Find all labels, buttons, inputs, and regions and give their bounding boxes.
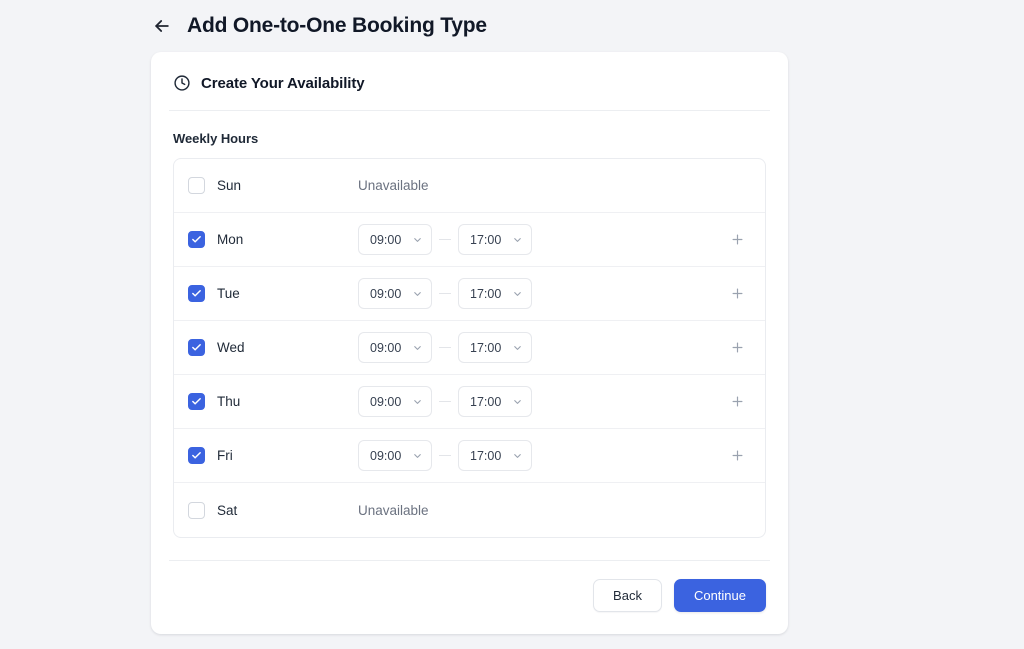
time-range-dash	[439, 401, 451, 402]
day-row: Sat Unavailable	[174, 483, 765, 537]
start-time-value: 09:00	[370, 341, 401, 355]
day-toggle: Tue	[188, 285, 358, 302]
end-time-value: 17:00	[470, 233, 501, 247]
time-range: 09:00 17:00	[358, 278, 532, 309]
day-label: Fri	[217, 448, 233, 463]
plus-icon[interactable]	[727, 230, 747, 250]
end-time-select[interactable]: 17:00	[458, 386, 532, 417]
arrow-left-icon[interactable]	[151, 15, 173, 37]
card-body: Weekly Hours Sun Unavailable Mon 09:00 17:00…	[151, 111, 788, 538]
day-toggle: Thu	[188, 393, 358, 410]
page-root: Add One-to-One Booking Type Create Your …	[0, 0, 1024, 649]
card-footer: Back Continue	[151, 561, 788, 634]
day-checkbox-mon[interactable]	[188, 231, 205, 248]
card-title: Create Your Availability	[201, 75, 365, 92]
day-toggle: Wed	[188, 339, 358, 356]
day-row: Mon 09:00 17:00	[174, 213, 765, 267]
plus-icon[interactable]	[727, 338, 747, 358]
day-checkbox-tue[interactable]	[188, 285, 205, 302]
time-range: 09:00 17:00	[358, 224, 532, 255]
start-time-select[interactable]: 09:00	[358, 440, 432, 471]
day-label: Mon	[217, 232, 243, 247]
day-toggle: Sat	[188, 502, 358, 519]
time-range-dash	[439, 293, 451, 294]
start-time-value: 09:00	[370, 233, 401, 247]
unavailable-label: Unavailable	[358, 178, 429, 193]
time-range: 09:00 17:00	[358, 440, 532, 471]
end-time-value: 17:00	[470, 395, 501, 409]
page-title: Add One-to-One Booking Type	[187, 14, 487, 38]
start-time-value: 09:00	[370, 395, 401, 409]
page-header: Add One-to-One Booking Type	[151, 14, 487, 38]
day-label: Tue	[217, 286, 240, 301]
end-time-value: 17:00	[470, 287, 501, 301]
start-time-select[interactable]: 09:00	[358, 224, 432, 255]
day-checkbox-sat[interactable]	[188, 502, 205, 519]
card-header: Create Your Availability	[151, 52, 788, 110]
plus-icon[interactable]	[727, 446, 747, 466]
start-time-value: 09:00	[370, 287, 401, 301]
day-label: Wed	[217, 340, 245, 355]
end-time-value: 17:00	[470, 341, 501, 355]
day-label: Sun	[217, 178, 241, 193]
end-time-select[interactable]: 17:00	[458, 278, 532, 309]
weekly-hours-label: Weekly Hours	[173, 131, 766, 146]
time-range-dash	[439, 455, 451, 456]
unavailable-label: Unavailable	[358, 503, 429, 518]
end-time-value: 17:00	[470, 449, 501, 463]
day-checkbox-fri[interactable]	[188, 447, 205, 464]
day-toggle: Mon	[188, 231, 358, 248]
availability-card: Create Your Availability Weekly Hours Su…	[151, 52, 788, 634]
day-row: Thu 09:00 17:00	[174, 375, 765, 429]
continue-button[interactable]: Continue	[674, 579, 766, 612]
time-range: 09:00 17:00	[358, 332, 532, 363]
day-row: Sun Unavailable	[174, 159, 765, 213]
day-checkbox-thu[interactable]	[188, 393, 205, 410]
day-row: Tue 09:00 17:00	[174, 267, 765, 321]
day-toggle: Fri	[188, 447, 358, 464]
day-label: Sat	[217, 503, 237, 518]
start-time-select[interactable]: 09:00	[358, 278, 432, 309]
plus-icon[interactable]	[727, 392, 747, 412]
start-time-select[interactable]: 09:00	[358, 386, 432, 417]
time-range-dash	[439, 347, 451, 348]
weekly-hours-list: Sun Unavailable Mon 09:00 17:00 Tue 09:00 17:00…	[173, 158, 766, 538]
day-label: Thu	[217, 394, 240, 409]
back-button[interactable]: Back	[593, 579, 662, 612]
end-time-select[interactable]: 17:00	[458, 224, 532, 255]
time-range: 09:00 17:00	[358, 386, 532, 417]
clock-icon	[173, 74, 191, 92]
start-time-select[interactable]: 09:00	[358, 332, 432, 363]
plus-icon[interactable]	[727, 284, 747, 304]
time-range-dash	[439, 239, 451, 240]
day-checkbox-wed[interactable]	[188, 339, 205, 356]
end-time-select[interactable]: 17:00	[458, 440, 532, 471]
start-time-value: 09:00	[370, 449, 401, 463]
end-time-select[interactable]: 17:00	[458, 332, 532, 363]
day-toggle: Sun	[188, 177, 358, 194]
day-checkbox-sun[interactable]	[188, 177, 205, 194]
day-row: Wed 09:00 17:00	[174, 321, 765, 375]
day-row: Fri 09:00 17:00	[174, 429, 765, 483]
